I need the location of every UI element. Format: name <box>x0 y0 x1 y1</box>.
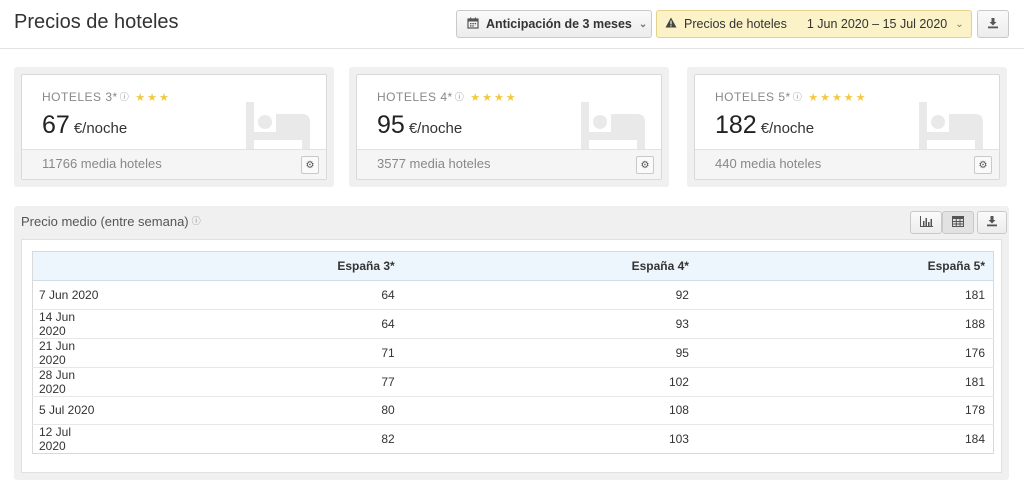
row-date: 21 Jun 2020 <box>32 338 109 368</box>
download-icon <box>987 17 999 32</box>
card-footer-text: 3577 media hoteles <box>377 156 491 171</box>
avg-price-panel: Precio medio (entre semana) ⓘ España 3* E… <box>14 206 1009 480</box>
header: Precios de hoteles Anticipación de 3 mes… <box>0 0 1024 49</box>
table-row: 21 Jun 2020 71 95 176 <box>32 338 994 368</box>
cell-value: 77 <box>108 367 403 397</box>
gear-icon[interactable]: ⚙ <box>974 156 992 174</box>
cell-value: 92 <box>402 280 697 310</box>
date-range: 1 Jun 2020 – 15 Jul 2020 <box>806 17 948 31</box>
cell-value: 82 <box>381 432 395 446</box>
table-row: 14 Jun 2020 64 93 188 <box>32 309 994 339</box>
bar-chart-icon <box>919 215 933 230</box>
cell-value: 64 <box>108 309 403 339</box>
download-icon <box>986 215 998 230</box>
card-body: HOTELES 5* ⓘ ★★★★★ 182 €/noche 440 media ho… <box>694 74 1000 180</box>
table-row: 5 Jul 2020 80 108 178 <box>32 396 994 425</box>
card-body: HOTELES 3* ⓘ ★★★ 67 €/noche 11766 media hot… <box>21 74 327 180</box>
cell-value: 181 <box>696 367 994 397</box>
cell-value: 103 <box>668 432 689 446</box>
star-icon: ★★★★ <box>470 92 518 104</box>
cell-value: 178 <box>696 396 994 425</box>
card-label: HOTELES 5* ⓘ ★★★★★ <box>715 90 868 104</box>
card-value: 67 €/noche <box>42 111 128 139</box>
row-date: 14 Jun 2020 <box>32 309 109 339</box>
table-header-row: España 3* España 4* España 5* <box>32 251 994 281</box>
star-icon: ★★★★★ <box>808 92 868 104</box>
cell-value: 102 <box>402 367 697 397</box>
card-body: HOTELES 4* ⓘ ★★★★ 95 €/noche 3577 media hot… <box>356 74 662 180</box>
column-header[interactable] <box>32 251 109 281</box>
gear-icon[interactable]: ⚙ <box>636 156 654 174</box>
table-container: España 3* España 4* España 5* 7 Jun 2020… <box>21 239 1002 473</box>
star-icon: ★★★ <box>135 92 171 104</box>
question-icon[interactable]: ⓘ <box>455 92 465 102</box>
card-footer: 440 media hoteles ⚙ <box>695 149 999 179</box>
panel-title: Precio medio (entre semana) ⓘ <box>21 214 201 229</box>
bed-icon <box>246 102 310 155</box>
card-label: HOTELES 3* ⓘ ★★★ <box>42 90 171 104</box>
price-table: España 3* España 4* España 5* 7 Jun 2020… <box>32 251 994 454</box>
anticipation-label: Anticipación de 3 meses <box>486 17 632 31</box>
row-date: 28 Jun 2020 <box>32 367 109 397</box>
hotel-card-3: HOTELES 3* ⓘ ★★★ 67 €/noche 11766 media hot… <box>14 67 334 187</box>
cell-value: 80 <box>108 396 403 425</box>
column-header[interactable]: España 4* <box>402 251 697 281</box>
cell-value: 93 <box>402 309 697 339</box>
question-icon[interactable]: ⓘ <box>192 216 201 226</box>
cell-value: 108 <box>402 396 697 425</box>
cell-value: 95 <box>402 338 697 368</box>
card-value: 182 €/noche <box>715 111 815 139</box>
card-label: HOTELES 4* ⓘ ★★★★ <box>377 90 518 104</box>
row-date: 7 Jun 2020 <box>32 280 109 310</box>
question-icon[interactable]: ⓘ <box>120 92 130 102</box>
download-button[interactable] <box>977 10 1009 38</box>
table-row: 28 Jun 2020 77 102 181 <box>32 367 994 397</box>
bed-icon <box>581 102 645 155</box>
column-header[interactable]: España 5* <box>696 251 994 281</box>
column-header[interactable]: España 3* <box>108 251 403 281</box>
cell-value: 181 <box>696 280 994 310</box>
card-footer-text: 440 media hoteles <box>715 156 822 171</box>
anticipation-dropdown[interactable]: Anticipación de 3 meses ⌄ <box>456 10 652 38</box>
card-footer: 3577 media hoteles ⚙ <box>357 149 661 179</box>
calendar-icon <box>467 17 479 32</box>
cell-value: 64 <box>108 280 403 310</box>
row-date: 5 Jul 2020 <box>32 396 109 425</box>
filter-label: Precios de hoteles <box>684 17 787 31</box>
table-row: 12 Jul 2020 82 103 184 <box>33 425 994 454</box>
card-value: 95 €/noche <box>377 111 463 139</box>
cell-value: 176 <box>696 338 994 368</box>
cell-value: 188 <box>696 309 994 339</box>
panel-download-button[interactable] <box>977 211 1007 234</box>
chart-view-button[interactable] <box>910 211 942 234</box>
table-icon <box>952 215 964 230</box>
warning-icon <box>665 17 677 31</box>
bed-icon <box>919 102 983 155</box>
hotel-card-5: HOTELES 5* ⓘ ★★★★★ 182 €/noche 440 media ho… <box>687 67 1007 187</box>
page-title: Precios de hoteles <box>14 11 179 33</box>
filter-dropdown[interactable]: Precios de hoteles 1 Jun 2020 – 15 Jul 2… <box>656 10 972 38</box>
chevron-down-icon: ⌄ <box>955 18 964 30</box>
cell-value: 71 <box>108 338 403 368</box>
card-footer-text: 11766 media hoteles <box>42 156 162 171</box>
row-date: 12 Jul 2020 <box>39 425 72 453</box>
table-view-button[interactable] <box>942 211 974 234</box>
card-footer: 11766 media hoteles ⚙ <box>22 149 326 179</box>
cell-value: 184 <box>964 432 985 446</box>
question-icon[interactable]: ⓘ <box>793 92 803 102</box>
table-row: 7 Jun 2020 64 92 181 <box>32 280 994 310</box>
hotel-card-4: HOTELES 4* ⓘ ★★★★ 95 €/noche 3577 media hot… <box>349 67 669 187</box>
gear-icon[interactable]: ⚙ <box>301 156 319 174</box>
chevron-down-icon: ⌄ <box>638 18 648 30</box>
